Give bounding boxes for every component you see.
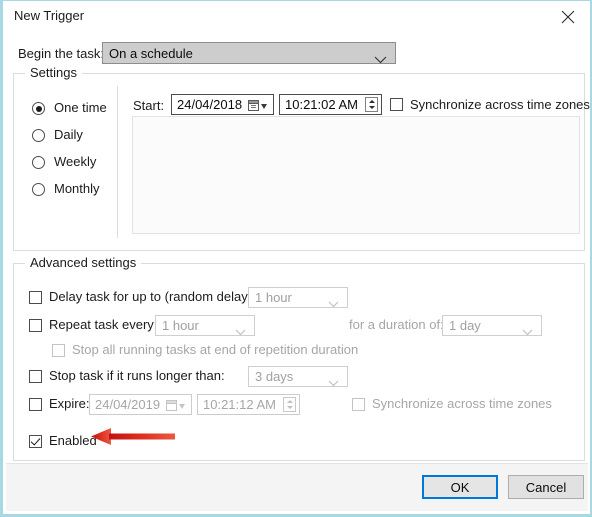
expire-date-value: 24/04/2019 xyxy=(95,397,161,412)
stop-task-combobox[interactable]: 3 days xyxy=(248,366,348,387)
delay-task-value: 1 hour xyxy=(255,290,292,305)
repeat-task-combobox[interactable]: 1 hour xyxy=(155,315,255,336)
radio-daily-indicator xyxy=(32,129,45,142)
start-time-field[interactable]: 10:21:02 AM xyxy=(279,94,382,115)
start-label: Start: xyxy=(133,98,165,113)
expire-label: Expire: xyxy=(49,396,90,411)
spinner-up-icon[interactable] xyxy=(284,398,295,404)
expire-sync-timezones-checkbox[interactable] xyxy=(352,398,365,411)
sync-timezones-checkbox[interactable] xyxy=(390,98,403,111)
settings-divider xyxy=(117,86,118,238)
expire-time-spinner[interactable] xyxy=(283,397,296,412)
expire-checkbox[interactable] xyxy=(29,398,42,411)
window-title: New Trigger xyxy=(14,8,85,23)
calendar-icon[interactable] xyxy=(248,99,267,117)
repeat-duration-value: 1 day xyxy=(449,318,481,333)
advanced-settings-legend: Advanced settings xyxy=(25,255,142,270)
new-trigger-dialog: New Trigger Begin the task: On a schedul… xyxy=(0,0,592,517)
spinner-up-icon[interactable] xyxy=(366,98,377,104)
calendar-icon[interactable] xyxy=(166,399,185,417)
stop-all-running-label: Stop all running tasks at end of repetit… xyxy=(72,342,359,357)
stop-task-checkbox[interactable] xyxy=(29,370,42,383)
chevron-down-icon xyxy=(328,374,339,392)
begin-task-combobox[interactable]: On a schedule xyxy=(102,42,396,64)
start-time-spinner[interactable] xyxy=(365,97,378,112)
schedule-preview-panel xyxy=(132,116,580,234)
radio-monthly-indicator xyxy=(32,183,45,196)
stop-task-label: Stop task if it runs longer than: xyxy=(49,368,225,383)
spinner-down-icon[interactable] xyxy=(284,405,295,411)
chevron-down-icon xyxy=(328,295,339,313)
close-button[interactable] xyxy=(546,1,590,30)
delay-task-combobox[interactable]: 1 hour xyxy=(248,287,348,308)
radio-daily-label: Daily xyxy=(54,127,83,142)
expire-date-field[interactable]: 24/04/2019 xyxy=(89,394,192,415)
radio-one-time-indicator xyxy=(32,102,45,115)
chevron-down-icon xyxy=(522,323,533,341)
title-bar: New Trigger xyxy=(3,1,590,30)
dialog-footer: OK Cancel xyxy=(6,463,588,511)
ok-button[interactable]: OK xyxy=(422,475,498,499)
expire-time-value: 10:21:12 AM xyxy=(203,397,276,412)
begin-task-value: On a schedule xyxy=(109,46,193,61)
delay-task-checkbox[interactable] xyxy=(29,291,42,304)
repeat-task-checkbox[interactable] xyxy=(29,319,42,332)
repeat-task-value: 1 hour xyxy=(162,318,199,333)
enabled-checkbox[interactable] xyxy=(29,435,42,448)
radio-one-time-label: One time xyxy=(54,100,107,115)
stop-all-running-checkbox[interactable] xyxy=(52,344,65,357)
begin-task-label: Begin the task: xyxy=(18,46,104,61)
start-time-value: 10:21:02 AM xyxy=(285,97,358,112)
settings-legend: Settings xyxy=(25,65,82,80)
repeat-duration-label: for a duration of: xyxy=(349,317,444,332)
expire-sync-timezones-label: Synchronize across time zones xyxy=(372,396,552,411)
start-date-value: 24/04/2018 xyxy=(177,97,243,112)
radio-monthly-label: Monthly xyxy=(54,181,100,196)
start-date-field[interactable]: 24/04/2018 xyxy=(171,94,274,115)
delay-task-label: Delay task for up to (random delay): xyxy=(49,289,256,304)
repeat-task-label: Repeat task every: xyxy=(49,317,158,332)
chevron-down-icon xyxy=(235,323,246,341)
expire-time-field[interactable]: 10:21:12 AM xyxy=(197,394,300,415)
radio-weekly-label: Weekly xyxy=(54,154,97,169)
stop-task-value: 3 days xyxy=(255,369,294,384)
spinner-down-icon[interactable] xyxy=(366,105,377,111)
settings-group: Settings One time Daily Weekly Monthly S… xyxy=(13,65,590,251)
red-arrow-left-icon xyxy=(89,427,179,452)
radio-weekly-indicator xyxy=(32,156,45,169)
sync-timezones-label: Synchronize across time zones xyxy=(410,97,590,112)
repeat-duration-combobox[interactable]: 1 day xyxy=(442,315,542,336)
chevron-down-icon xyxy=(374,51,387,69)
cancel-button[interactable]: Cancel xyxy=(508,475,584,499)
